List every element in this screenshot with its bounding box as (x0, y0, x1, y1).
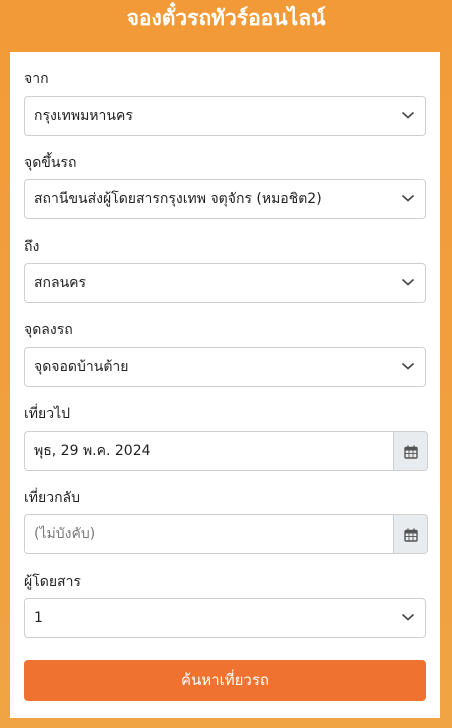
depart-date-value: พุธ, 29 พ.ค. 2024 (34, 443, 151, 459)
return-label: เที่ยวกลับ (24, 490, 81, 506)
pickup-value: สถานีขนส่งผู้โดยสารกรุงเทพ จตุจักร (หมอช… (34, 191, 322, 207)
depart-calendar-button[interactable] (394, 431, 428, 471)
chevron-down-icon (401, 111, 415, 119)
chevron-down-icon (401, 278, 415, 286)
pickup-select[interactable]: สถานีขนส่งผู้โดยสารกรุงเทพ จตุจักร (หมอช… (24, 179, 426, 219)
pickup-label: จุดขึ้นรถ (24, 155, 77, 171)
page-title: จองตั๋วรถทัวร์ออนไลน์ (126, 6, 326, 30)
return-date-placeholder: (ไม่บังคับ) (34, 526, 96, 542)
search-trips-button[interactable]: ค้นหาเที่ยวรถ (24, 660, 426, 701)
passengers-select[interactable]: 1 (24, 598, 426, 638)
passengers-label: ผู้โดยสาร (24, 574, 81, 590)
chevron-down-icon (401, 362, 415, 370)
depart-date-input[interactable]: พุธ, 29 พ.ค. 2024 (24, 431, 394, 471)
to-select[interactable]: สกลนคร (24, 263, 426, 303)
passengers-value: 1 (34, 610, 43, 626)
booking-widget: จองตั๋วรถทัวร์ออนไลน์ จาก กรุงเทพมหานคร … (0, 0, 452, 728)
dropoff-value: จุดจอดบ้านต้าย (34, 359, 129, 375)
booking-form: จาก กรุงเทพมหานคร จุดขึ้นรถ สถานีขนส่งผู… (10, 52, 440, 718)
dropoff-select[interactable]: จุดจอดบ้านต้าย (24, 347, 426, 387)
to-value: สกลนคร (34, 275, 87, 291)
return-date-input[interactable]: (ไม่บังคับ) (24, 514, 394, 554)
to-label: ถึง (24, 239, 40, 255)
from-select[interactable]: กรุงเทพมหานคร (24, 96, 426, 136)
chevron-down-icon (401, 613, 415, 621)
return-calendar-button[interactable] (394, 514, 428, 554)
from-label: จาก (24, 71, 49, 87)
calendar-icon (404, 528, 418, 542)
depart-label: เที่ยวไป (24, 406, 71, 422)
chevron-down-icon (401, 194, 415, 202)
dropoff-label: จุดลงรถ (24, 322, 73, 338)
from-value: กรุงเทพมหานคร (34, 108, 133, 124)
calendar-icon (404, 445, 418, 459)
